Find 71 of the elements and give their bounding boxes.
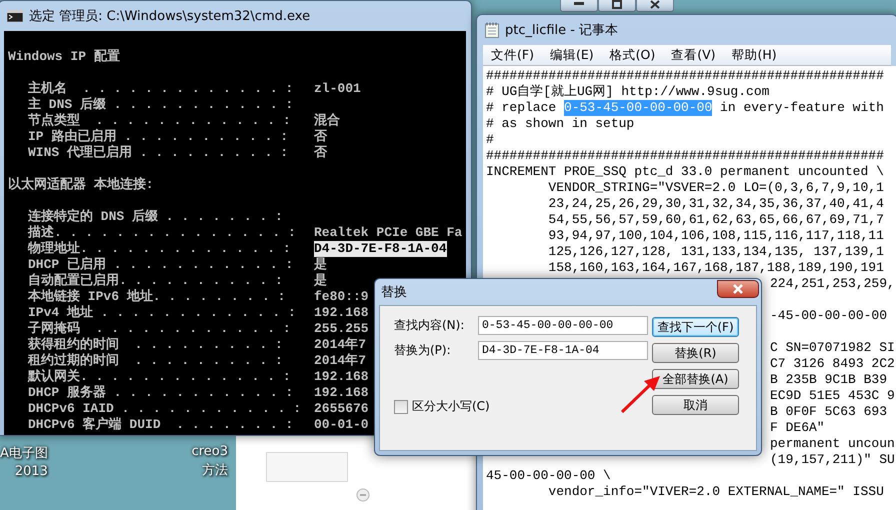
selected-text: 0-53-45-00-00-00-00 xyxy=(564,100,712,116)
field-label: 查找内容(N): xyxy=(394,317,466,334)
console-value: 00-01-0 xyxy=(314,417,369,433)
console-label: WINS 代理已启用 . . . . . . . . . : xyxy=(28,145,288,161)
console-value: 2014年7 xyxy=(314,353,366,369)
console-label: 连接特定的 DNS 后缀 . . . . . . . : xyxy=(28,209,283,225)
text-line: VENDOR_STRING="VSVER=2.0 LO=(0,3,6,7,9,10,1 xyxy=(547,180,884,196)
checkbox-label: 区分大小写(C) xyxy=(412,398,490,415)
console-value: 255.255 xyxy=(314,321,369,337)
text-line: B 235B 9C1B B39 xyxy=(770,372,888,388)
console-value: fe80::9 xyxy=(314,289,369,305)
text-line: 45-00-00-00-00 \ xyxy=(486,468,611,484)
text-line: INCREMENT PROE_SSQ ptc_d 33.0 permanent uncounted \ xyxy=(486,164,884,180)
text-line: 54,55,56,57,59,60,61,62,63,65,66,67,69,71,7 xyxy=(547,212,884,228)
console-value: 否 xyxy=(314,129,327,145)
console-label: 物理地址. . . . . . . . . . . . . : xyxy=(28,241,291,256)
text-line: ################################################### xyxy=(486,68,884,84)
console-label: DHCPv6 客户端 DUID . . . . . . . : xyxy=(28,417,294,433)
console-label: IP 路由已启用 . . . . . . . . . . : xyxy=(28,129,288,144)
text-line: # replace xyxy=(486,100,558,116)
console-label: DHCP 已启用 . . . . . . . . . . . : xyxy=(28,257,294,272)
text-line: (19,157,211)" SU xyxy=(770,452,895,468)
console-value: 否 xyxy=(314,145,327,161)
console-label: 默认网关. . . . . . . . . . . . . : xyxy=(28,369,291,385)
console-value: 2014年7 xyxy=(314,337,366,353)
text-line: EC9D 51E5 453C 9 xyxy=(770,388,895,404)
console-label: DHCP 服务器 . . . . . . . . . . . : xyxy=(28,385,294,401)
text-line: 93,94,97,100,104,106,108,115,116,117,118,11 xyxy=(547,228,884,244)
console-value: 192.168 xyxy=(314,385,369,401)
text-line: C SN=07071982 SI xyxy=(770,340,895,356)
text-line: 158,160,163,164,167,168,187,188,189,190,191 xyxy=(547,260,884,276)
console-value: Realtek PCIe GBE Fa xyxy=(314,225,462,241)
console-value: zl-001 xyxy=(314,81,361,97)
window-title: 选定 管理员: C:\Windows\system32\cmd.exe xyxy=(29,8,310,25)
console-label: 主 DNS 后缀 . . . . . . . . . . . : xyxy=(28,97,294,113)
text-line: # xyxy=(486,132,494,148)
text-line: 224,251,253,259, xyxy=(770,276,895,292)
console-label: 自动配置已启用. . . . . . . . . . : xyxy=(28,273,283,288)
dialog-title: 替换 xyxy=(381,284,407,301)
console-heading: 以太网适配器 本地连接: xyxy=(8,177,154,193)
text-line: in every-feature with xyxy=(719,100,884,116)
console-label: 节点类型 . . . . . . . . . . . . : xyxy=(28,113,291,128)
text-line: B 0F0F 5C63 693 xyxy=(770,404,888,420)
text-line: 125,126,127,128, 131,133,134,135, 137,139,1 xyxy=(547,244,884,260)
text-line: F DE6A" xyxy=(770,420,825,436)
console-value: 是 xyxy=(314,273,327,289)
text-line: 23,24,25,26,29,30,31,32,34,35,36,37,40,41,4 xyxy=(547,196,884,212)
console-label: DHCPv6 IAID . . . . . . . . . . . : xyxy=(28,401,302,416)
console-label: 获得租约的时间 . . . . . . . . . : xyxy=(28,337,283,353)
console-label: 主机名 . . . . . . . . . . . . . : xyxy=(28,81,294,96)
text-line: -45-00-00-00-00 xyxy=(770,308,888,324)
console-heading: Windows IP 配置 xyxy=(8,49,120,65)
text-line: ################################################### xyxy=(486,148,884,164)
console-value: 2655676 xyxy=(314,401,369,417)
console-value: 192.168 xyxy=(314,305,369,321)
text-line: vendor_info="VIVER=2.0 EXTERNAL_NAME=" ISSU xyxy=(547,484,884,500)
console-value: 混合 xyxy=(314,113,340,129)
field-label: 替换为(P): xyxy=(394,342,452,359)
console-label: IPv4 地址 . . . . . . . . . . . . : xyxy=(28,305,296,321)
text-line: permanent uncoun xyxy=(770,436,895,452)
text-line: # UG自学[就上UG网] http://www.9sug.com xyxy=(486,84,770,100)
window-title: ptc_licfile - 记事本 xyxy=(505,22,618,39)
console-value: D4-3D-7E-F8-1A-04 xyxy=(314,241,447,257)
text-line: C7 3126 8493 2C2 xyxy=(770,356,895,372)
console-label: 本地链接 IPv6 地址. . . . . . . . : xyxy=(28,289,286,305)
console-label: 描述. . . . . . . . . . . . . . . : xyxy=(28,225,296,241)
text-line: # as shown in setup xyxy=(486,116,634,132)
console-value: 是 xyxy=(314,257,327,273)
console-label: 子网掩码 . . . . . . . . . . . . : xyxy=(28,321,291,337)
console-label: 租约过期的时间 . . . . . . . . . : xyxy=(28,353,283,368)
console-value: 192.168 xyxy=(314,369,369,385)
